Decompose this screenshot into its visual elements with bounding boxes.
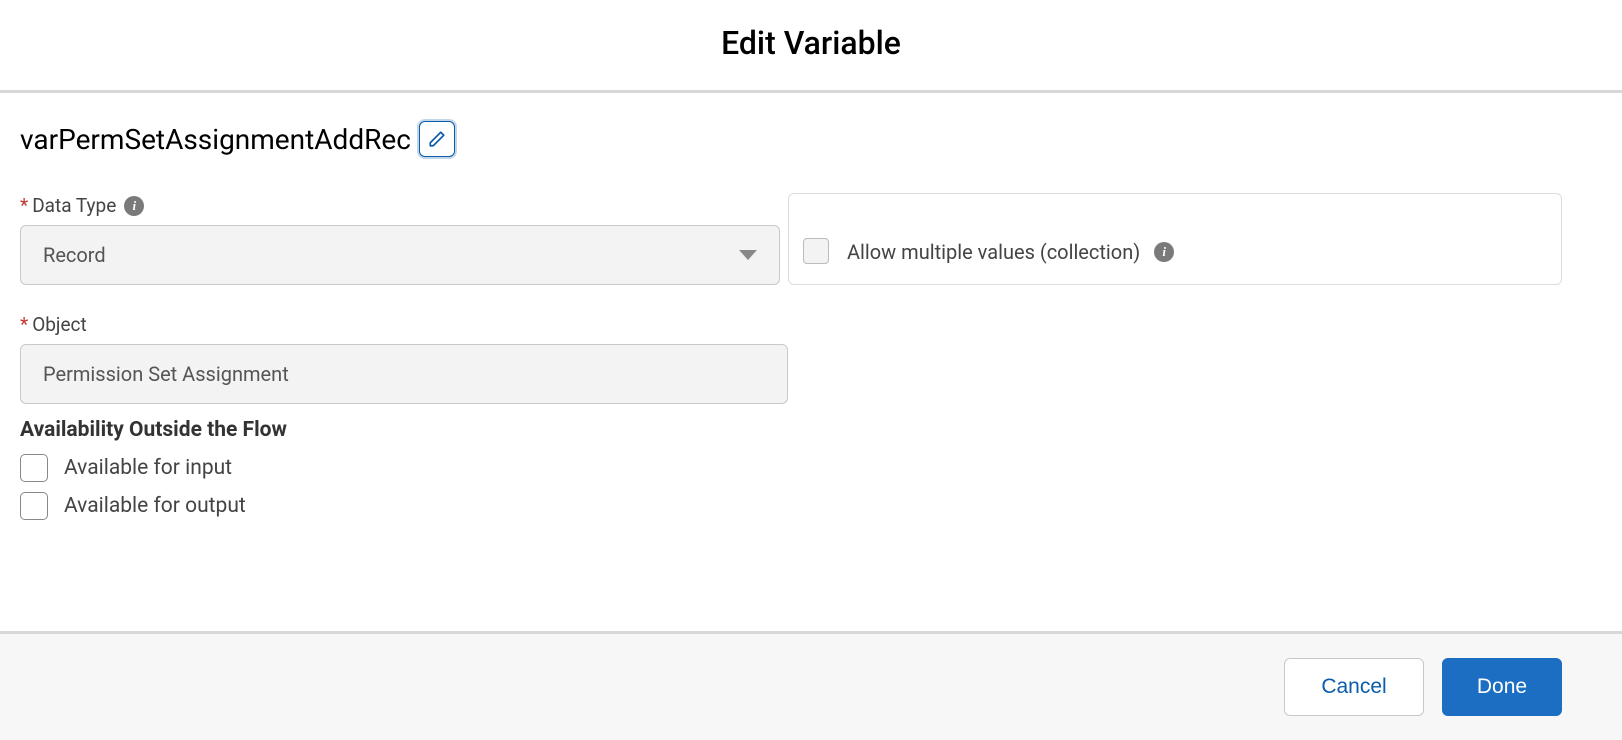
edit-name-button[interactable]	[419, 121, 455, 157]
available-for-input-checkbox[interactable]	[20, 454, 48, 482]
object-label-text: Object	[32, 313, 87, 336]
modal-body: varPermSetAssignmentAddRec *Data Type i …	[0, 93, 1622, 550]
variable-name: varPermSetAssignmentAddRec	[20, 123, 411, 156]
info-icon[interactable]: i	[1154, 242, 1174, 262]
data-type-value: Record	[43, 243, 106, 267]
data-type-row: *Data Type i Record Allow multiple value…	[20, 193, 1602, 285]
chevron-down-icon	[739, 250, 757, 260]
available-for-input-row: Available for input	[20, 454, 1602, 482]
required-indicator: *	[20, 194, 28, 217]
allow-multiple-checkbox[interactable]	[803, 238, 829, 264]
allow-multiple-label-wrap: Allow multiple values (collection) i	[847, 240, 1174, 264]
allow-multiple-cell: Allow multiple values (collection) i	[788, 193, 1562, 285]
modal-title: Edit Variable	[0, 0, 1622, 90]
data-type-field-group: *Data Type i Record	[20, 194, 780, 285]
available-for-output-row: Available for output	[20, 492, 1602, 520]
availability-heading: Availability Outside the Flow	[20, 418, 1602, 442]
data-type-label: *Data Type i	[20, 194, 780, 217]
modal-footer: Cancel Done	[0, 631, 1622, 740]
info-icon[interactable]: i	[124, 196, 144, 216]
pencil-icon	[428, 130, 446, 148]
object-value: Permission Set Assignment	[43, 362, 289, 386]
data-type-label-text: Data Type	[32, 194, 116, 217]
done-button[interactable]: Done	[1442, 658, 1562, 716]
available-for-input-label: Available for input	[64, 456, 232, 480]
variable-name-row: varPermSetAssignmentAddRec	[20, 121, 1602, 157]
required-indicator: *	[20, 313, 28, 336]
cancel-button[interactable]: Cancel	[1284, 658, 1424, 716]
available-for-output-label: Available for output	[64, 494, 246, 518]
data-type-select[interactable]: Record	[20, 225, 780, 285]
object-label: *Object	[20, 313, 1602, 336]
object-input[interactable]: Permission Set Assignment	[20, 344, 788, 404]
available-for-output-checkbox[interactable]	[20, 492, 48, 520]
allow-multiple-label: Allow multiple values (collection)	[847, 240, 1140, 264]
object-field-group: *Object Permission Set Assignment	[20, 313, 1602, 404]
